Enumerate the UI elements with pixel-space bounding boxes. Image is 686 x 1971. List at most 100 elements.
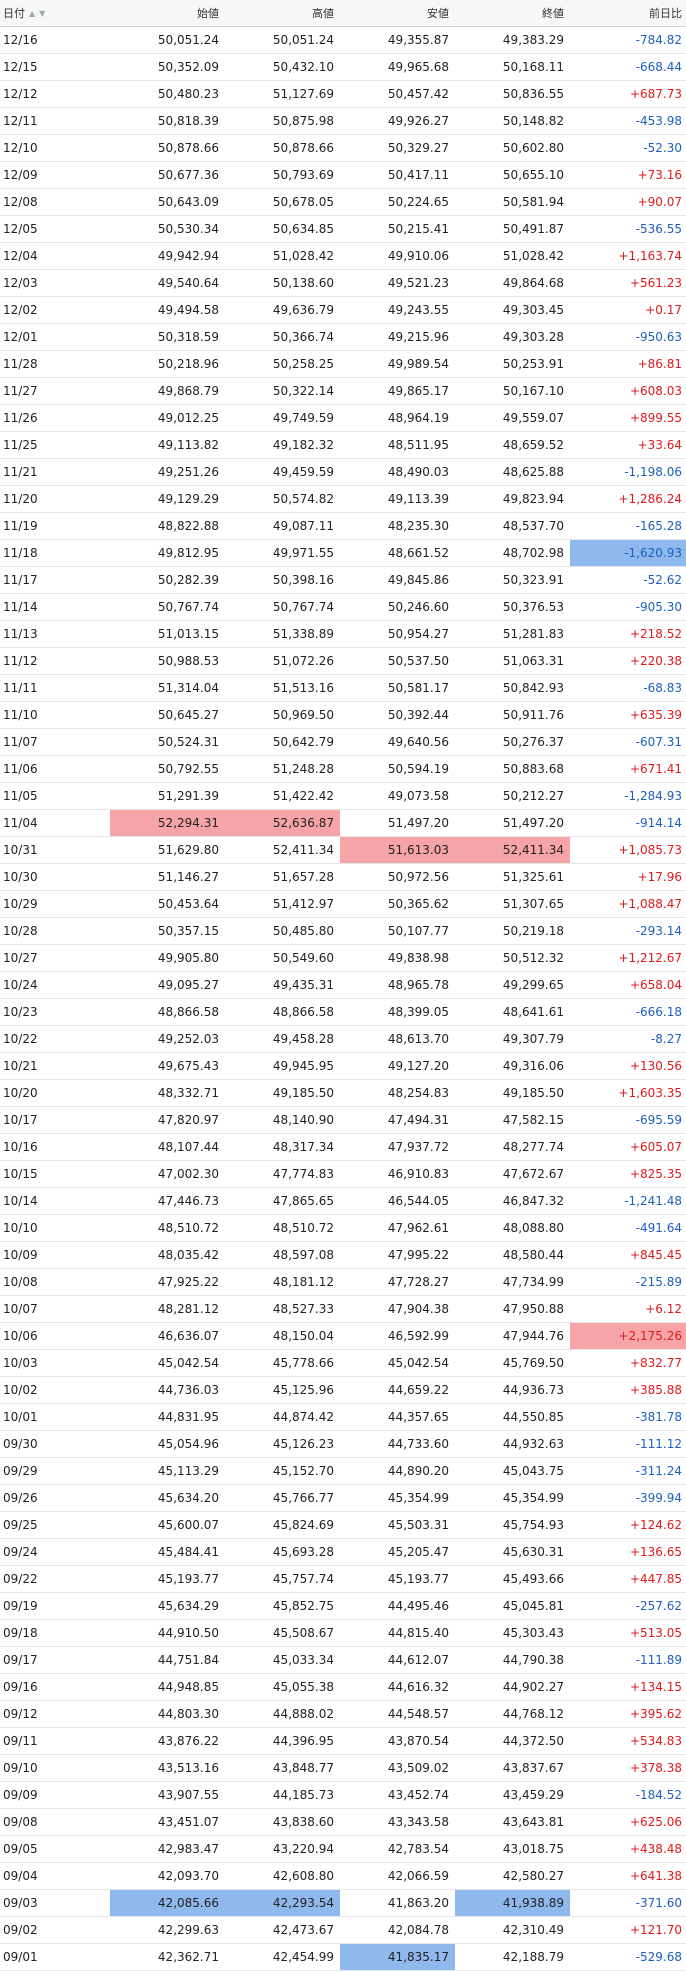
- date-cell: 09/05: [3, 1842, 38, 1856]
- change-column-header[interactable]: 前日比: [570, 0, 686, 26]
- table-row: 12/09 50,677.36 50,793.69 50,417.11 50,655.1…: [0, 162, 686, 189]
- open-cell: 42,085.66: [110, 1890, 225, 1916]
- change-cell: +33.64: [637, 438, 682, 452]
- table-row: 09/17 44,751.84 45,033.34 44,612.07 44,790.3…: [0, 1647, 686, 1674]
- change-cell: +608.03: [629, 384, 682, 398]
- change-cell: -111.12: [635, 1437, 682, 1451]
- close-cell: 48,277.74: [502, 1140, 564, 1154]
- close-cell: 50,836.55: [502, 87, 564, 101]
- date-cell: 09/19: [3, 1599, 38, 1613]
- date-cell: 09/01: [3, 1950, 38, 1964]
- open-cell: 49,252.03: [157, 1032, 219, 1046]
- high-cell: 49,459.59: [272, 465, 334, 479]
- change-cell: +625.06: [629, 1815, 682, 1829]
- change-cell: +395.62: [629, 1707, 682, 1721]
- close-cell: 51,063.31: [502, 654, 564, 668]
- date-cell: 12/12: [3, 87, 38, 101]
- high-cell: 49,636.79: [272, 303, 334, 317]
- close-cell: 45,630.31: [502, 1545, 564, 1559]
- change-cell: +641.38: [629, 1869, 682, 1883]
- open-cell: 45,113.29: [157, 1464, 219, 1478]
- high-cell: 48,181.12: [272, 1275, 334, 1289]
- close-cell: 44,768.12: [502, 1707, 564, 1721]
- table-row: 09/22 45,193.77 45,757.74 45,193.77 45,493.6…: [0, 1566, 686, 1593]
- close-cell: 48,537.70: [502, 519, 564, 533]
- table-row: 10/29 50,453.64 51,412.97 50,365.62 51,307.6…: [0, 891, 686, 918]
- low-cell: 45,042.54: [387, 1356, 449, 1370]
- low-cell: 44,815.40: [387, 1626, 449, 1640]
- date-cell: 11/07: [3, 735, 38, 749]
- change-cell: +121.70: [629, 1923, 682, 1937]
- close-cell: 52,411.34: [455, 837, 570, 863]
- open-cell: 51,291.39: [157, 789, 219, 803]
- high-cell: 48,317.34: [272, 1140, 334, 1154]
- close-cell: 50,883.68: [502, 762, 564, 776]
- date-cell: 10/28: [3, 924, 38, 938]
- table-row: 11/28 50,218.96 50,258.25 49,989.54 50,253.9…: [0, 351, 686, 378]
- table-row: 12/08 50,643.09 50,678.05 50,224.65 50,581.9…: [0, 189, 686, 216]
- table-row: 09/08 43,451.07 43,838.60 43,343.58 43,643.8…: [0, 1809, 686, 1836]
- date-cell: 11/18: [3, 546, 38, 560]
- open-cell: 48,822.88: [157, 519, 219, 533]
- table-row: 10/27 49,905.80 50,549.60 49,838.98 50,512.3…: [0, 945, 686, 972]
- low-cell: 48,235.30: [387, 519, 449, 533]
- low-cell: 50,107.77: [387, 924, 449, 938]
- date-cell: 09/22: [3, 1572, 38, 1586]
- table-row: 11/05 51,291.39 51,422.42 49,073.58 50,212.2…: [0, 783, 686, 810]
- change-cell: -8.27: [650, 1032, 682, 1046]
- table-row: 10/30 51,146.27 51,657.28 50,972.56 51,325.6…: [0, 864, 686, 891]
- change-cell: -905.30: [635, 600, 682, 614]
- open-cell: 45,193.77: [157, 1572, 219, 1586]
- sort-ascending-icon[interactable]: ▲: [29, 9, 35, 18]
- date-cell: 11/05: [3, 789, 38, 803]
- close-cell: 49,307.79: [502, 1032, 564, 1046]
- open-cell: 50,818.39: [157, 114, 219, 128]
- open-cell: 48,332.71: [157, 1086, 219, 1100]
- change-cell: +136.65: [629, 1545, 682, 1559]
- sort-descending-icon[interactable]: ▼: [39, 9, 45, 18]
- low-column-header[interactable]: 安値: [340, 0, 455, 26]
- open-cell: 50,524.31: [157, 735, 219, 749]
- date-column-header[interactable]: 日付 ▲ ▼: [0, 0, 110, 26]
- open-column-header[interactable]: 始値: [110, 0, 225, 26]
- low-cell: 44,659.22: [387, 1383, 449, 1397]
- low-cell: 47,962.61: [387, 1221, 449, 1235]
- low-cell: 50,537.50: [387, 654, 449, 668]
- table-row: 10/17 47,820.97 48,140.90 47,494.31 47,582.1…: [0, 1107, 686, 1134]
- change-cell: +899.55: [629, 411, 682, 425]
- close-cell: 43,837.67: [502, 1761, 564, 1775]
- change-cell: -52.30: [643, 141, 682, 155]
- low-cell: 49,215.96: [387, 330, 449, 344]
- table-row: 11/07 50,524.31 50,642.79 49,640.56 50,276.3…: [0, 729, 686, 756]
- open-cell: 44,803.30: [157, 1707, 219, 1721]
- high-cell: 49,458.28: [272, 1032, 334, 1046]
- high-cell: 51,127.69: [272, 87, 334, 101]
- table-row: 11/12 50,988.53 51,072.26 50,537.50 51,063.3…: [0, 648, 686, 675]
- close-cell: 49,823.94: [502, 492, 564, 506]
- high-cell: 50,634.85: [272, 222, 334, 236]
- close-cell: 50,219.18: [502, 924, 564, 938]
- open-cell: 48,035.42: [157, 1248, 219, 1262]
- date-cell: 10/27: [3, 951, 38, 965]
- date-cell: 10/06: [3, 1329, 38, 1343]
- high-cell: 51,422.42: [272, 789, 334, 803]
- change-cell: -184.52: [635, 1788, 682, 1802]
- open-cell: 52,294.31: [110, 810, 225, 836]
- high-column-header[interactable]: 高値: [225, 0, 340, 26]
- close-cell: 50,167.10: [502, 384, 564, 398]
- open-cell: 49,251.26: [157, 465, 219, 479]
- low-cell: 49,073.58: [387, 789, 449, 803]
- close-cell: 44,790.38: [502, 1653, 564, 1667]
- low-cell: 48,661.52: [387, 546, 449, 560]
- low-cell: 45,354.99: [387, 1491, 449, 1505]
- table-row: 09/18 44,910.50 45,508.67 44,815.40 45,303.4…: [0, 1620, 686, 1647]
- date-cell: 09/17: [3, 1653, 38, 1667]
- price-history-table: 日付 ▲ ▼ 始値 高値 安値 終値 前日比 12/16 50,051.24 50,…: [0, 0, 686, 1971]
- high-cell: 43,838.60: [272, 1815, 334, 1829]
- high-cell: 49,435.31: [272, 978, 334, 992]
- change-cell: -491.64: [635, 1221, 682, 1235]
- low-cell: 43,870.54: [387, 1734, 449, 1748]
- close-cell: 46,847.32: [502, 1194, 564, 1208]
- change-cell: -165.28: [635, 519, 682, 533]
- close-column-header[interactable]: 終値: [455, 0, 570, 26]
